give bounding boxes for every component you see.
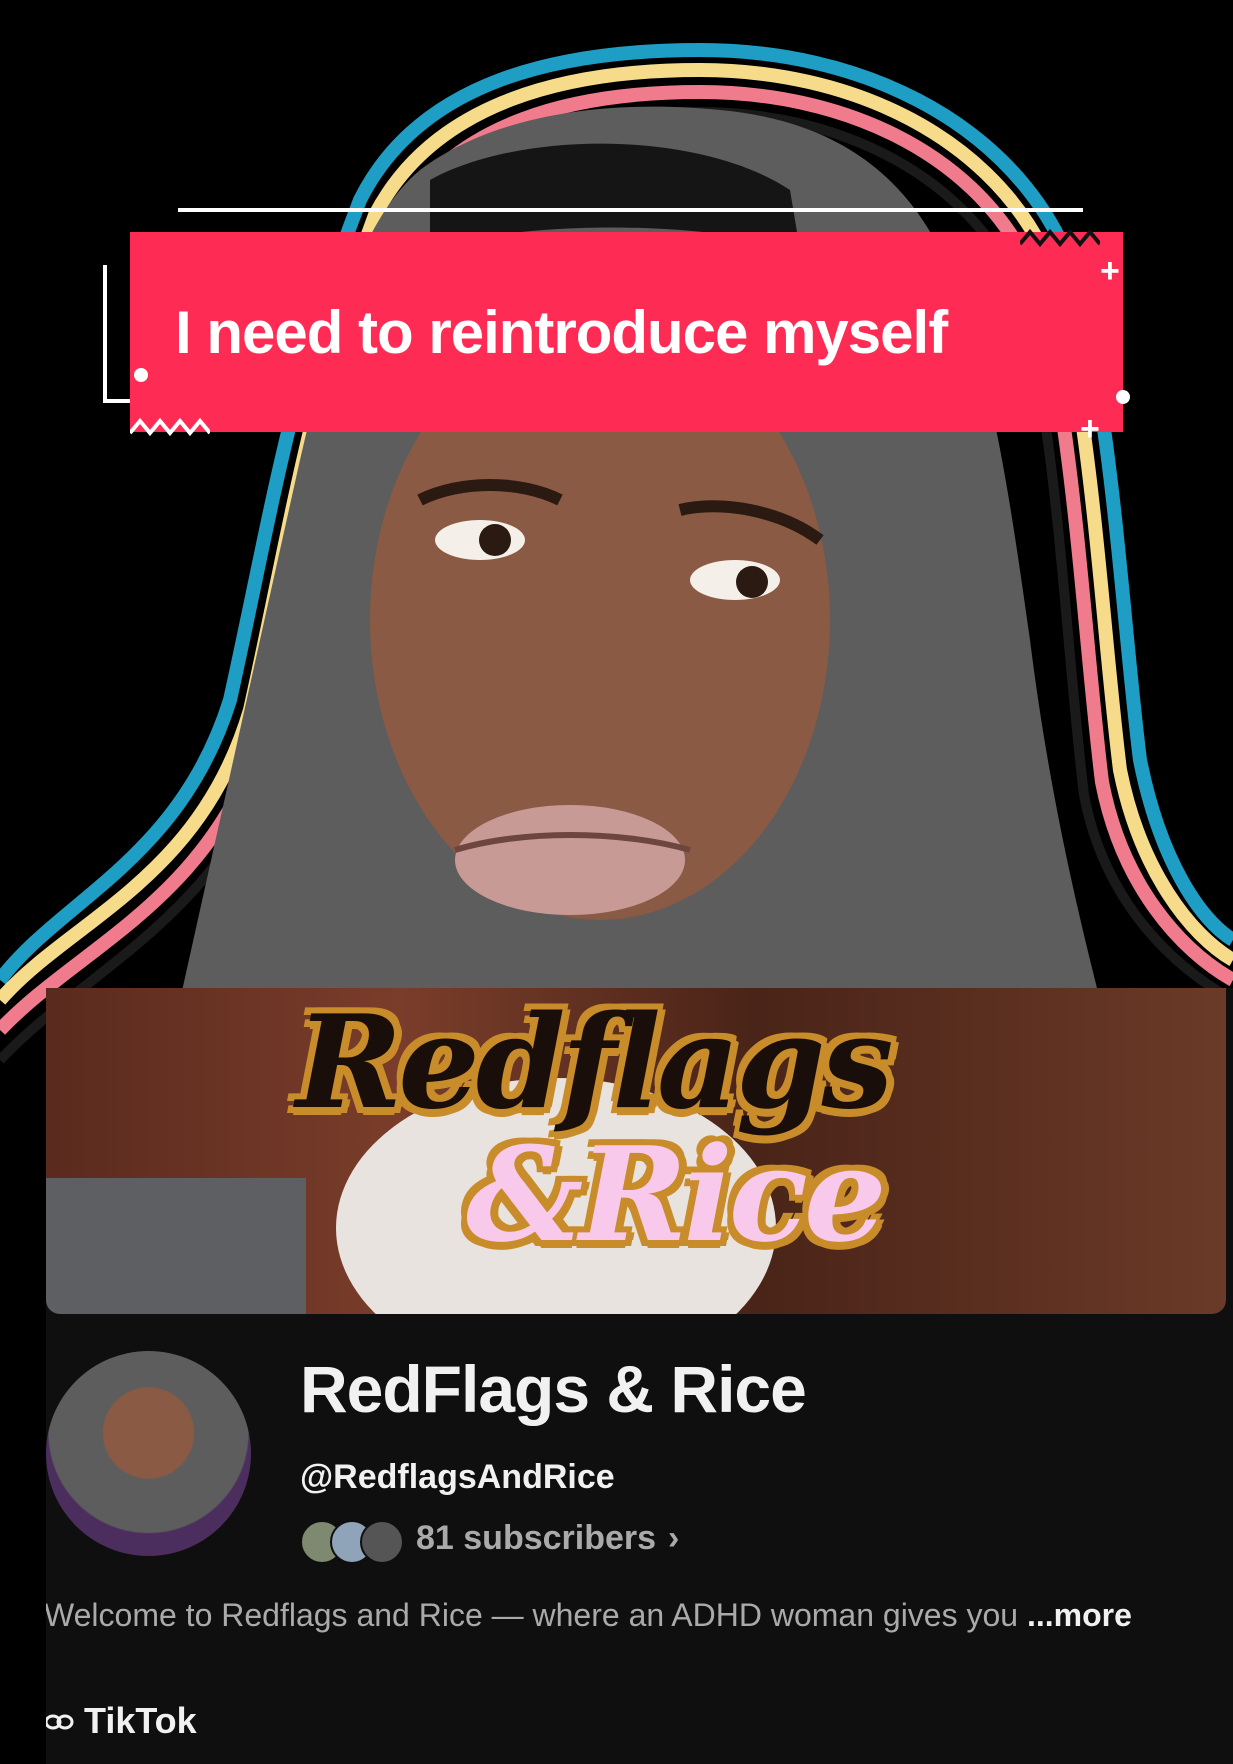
channel-banner: Redflags &Rice [46, 988, 1226, 1314]
link-label: TikTok [84, 1700, 197, 1741]
channel-handle: @RedflagsAndRice [300, 1458, 615, 1496]
caption-top-line [178, 208, 1083, 212]
banner-title-line1: Redflags [296, 988, 893, 1138]
more-link[interactable]: ...more [1018, 1597, 1132, 1633]
subscribers-row[interactable]: 81 subscribers › [300, 1516, 680, 1564]
subscriber-count: 81 subscribers [416, 1518, 657, 1557]
caption-banner: I need to reintroduce myself [130, 232, 1123, 432]
chevron-right-icon: › [668, 1518, 680, 1557]
caption-text: I need to reintroduce myself [175, 298, 948, 366]
description-text: Welcome to Redflags and Rice — where an … [46, 1597, 1019, 1633]
caption-dot-right [1116, 390, 1130, 404]
banner-fabric [46, 1178, 306, 1314]
channel-description[interactable]: Welcome to Redflags and Rice — where an … [46, 1594, 1164, 1636]
banner-title-line2: &Rice [466, 1118, 887, 1271]
channel-link[interactable]: TikTok [46, 1700, 197, 1742]
caption-dot-left [134, 368, 148, 382]
channel-card: Redflags &Rice RedFlags & Rice @Redflags… [46, 988, 1233, 1764]
caption-plus-bottom: + [1080, 410, 1100, 448]
caption-plus-top: + [1100, 252, 1120, 290]
caption-zigzag-bottom [130, 417, 210, 437]
link-icon [46, 1703, 74, 1740]
channel-title: RedFlags & Rice [300, 1352, 807, 1426]
subscriber-avatar [360, 1520, 404, 1564]
person-photo [180, 106, 1100, 1000]
caption-zigzag-top [1020, 228, 1100, 248]
channel-avatar[interactable] [46, 1351, 251, 1556]
subscriber-avatars [300, 1516, 410, 1564]
